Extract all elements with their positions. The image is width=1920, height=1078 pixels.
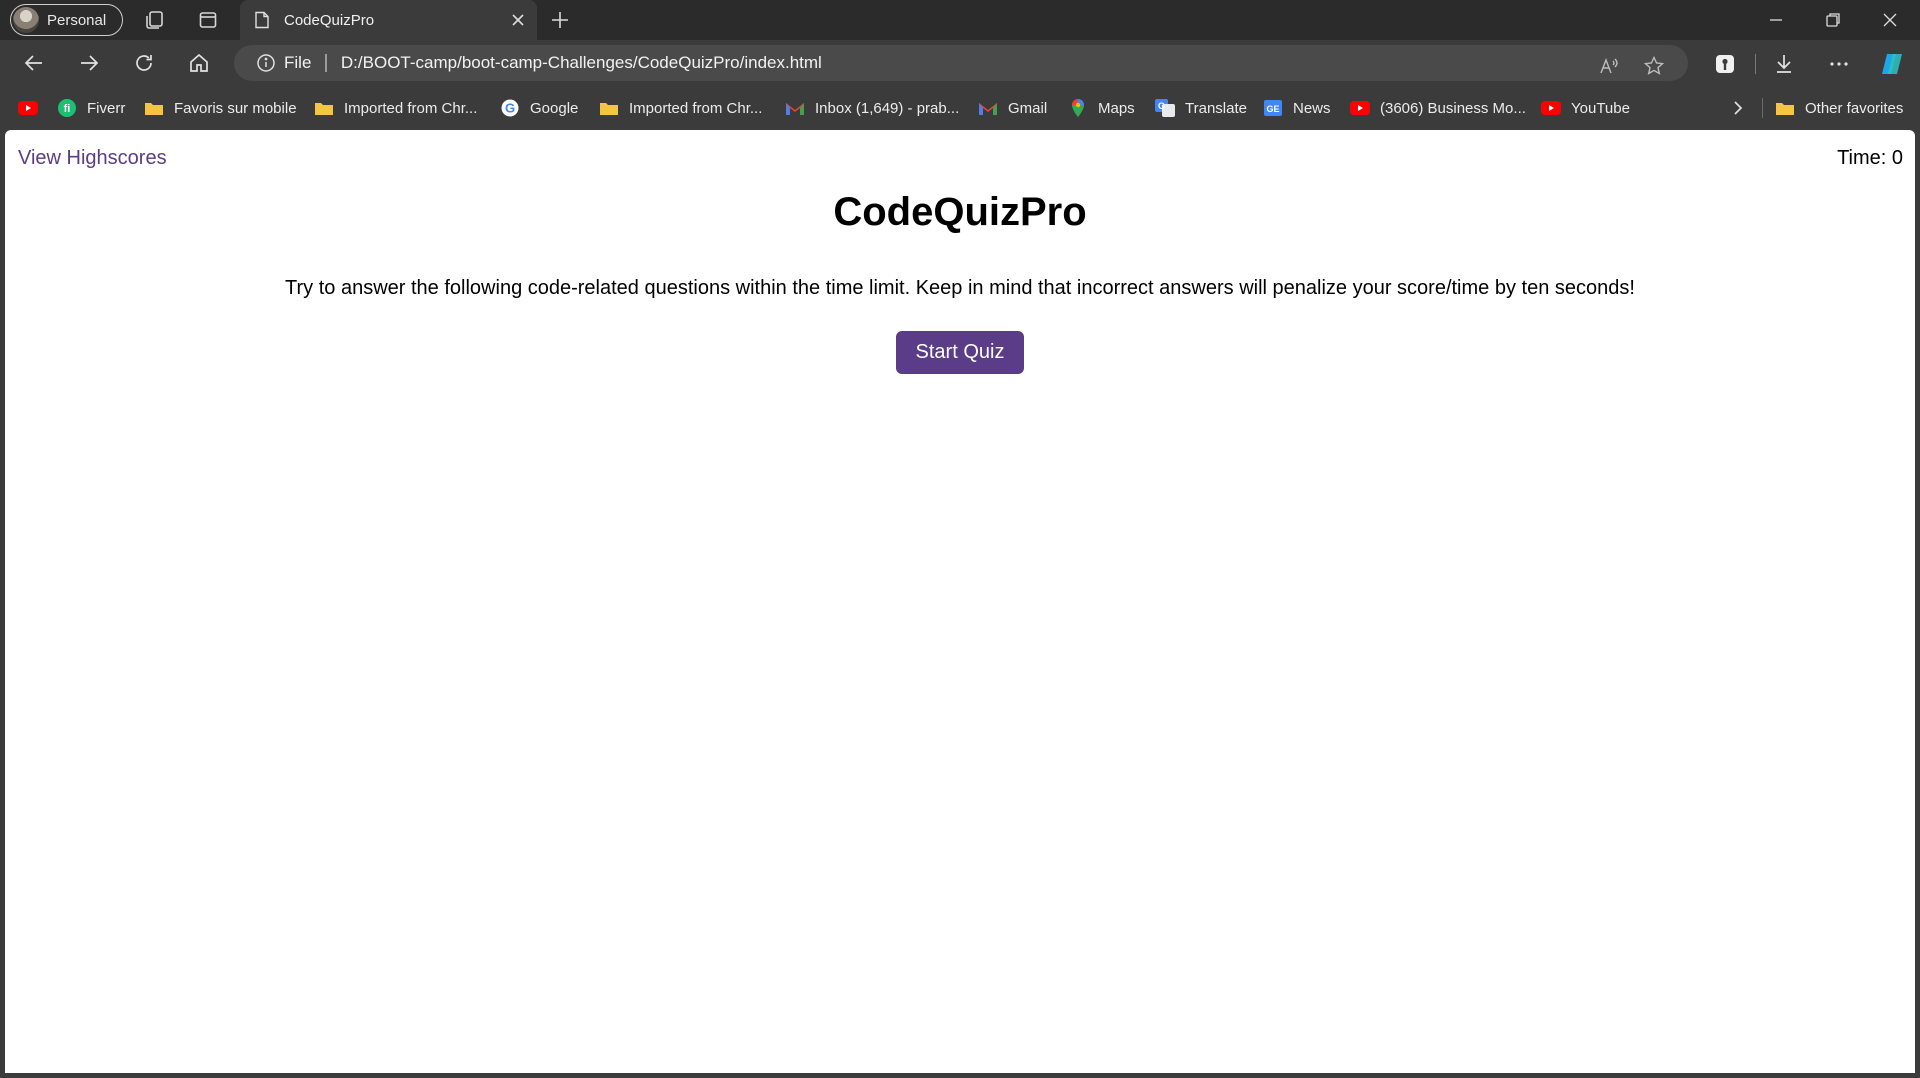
bookmark-folder-favoris[interactable]: Favoris sur mobile <box>144 98 297 118</box>
vertical-tabs-icon[interactable] <box>196 8 220 32</box>
profile-button[interactable]: Personal <box>10 4 123 36</box>
bookmark-label: Favoris sur mobile <box>174 99 297 117</box>
info-icon[interactable] <box>256 53 276 73</box>
bookmark-maps[interactable]: Maps <box>1068 98 1135 118</box>
scheme-label: File <box>284 53 312 72</box>
bookmark-label: Google <box>530 99 579 117</box>
youtube-icon <box>18 99 38 117</box>
profile-label: Personal <box>47 11 107 29</box>
minimize-icon[interactable] <box>1764 8 1788 32</box>
other-favorites-label: Other favorites <box>1805 99 1904 117</box>
quiz-description: Try to answer the following code-related… <box>285 277 1635 299</box>
bookmarks-divider <box>1762 98 1763 118</box>
favorite-star-icon[interactable] <box>1643 55 1665 77</box>
bookmark-label: Imported from Chr... <box>629 99 763 117</box>
folder-icon <box>599 99 619 117</box>
bookmark-folder-imported-1[interactable]: Imported from Chr... <box>314 98 477 118</box>
bookmark-label: Gmail <box>1008 99 1048 117</box>
translate-icon: G <box>1155 99 1175 117</box>
bookmark-folder-imported-2[interactable]: Imported from Chr... <box>599 98 762 118</box>
bookmark-label: Translate <box>1185 99 1247 117</box>
bookmark-gmail[interactable]: Gmail <box>978 98 1047 118</box>
other-favorites[interactable]: Other favorites <box>1775 98 1903 118</box>
news-icon: GE <box>1263 99 1283 117</box>
active-tab[interactable]: CodeQuizPro <box>240 0 537 40</box>
view-highscores-link[interactable]: View Highscores <box>18 147 167 170</box>
start-quiz-button[interactable]: Start Quiz <box>896 331 1024 374</box>
folder-icon <box>144 99 164 117</box>
browser-window: Personal CodeQuizPro File D:/BOOT-camp/b… <box>0 0 1920 1078</box>
fiverr-icon: fi <box>57 99 77 117</box>
restore-icon[interactable] <box>1821 8 1845 32</box>
chevron-right-icon[interactable] <box>1728 98 1748 118</box>
tab-strip: Personal CodeQuizPro <box>0 0 1920 40</box>
bookmark-label: Inbox (1,649) - prab... <box>815 99 960 117</box>
bookmark-label: YouTube <box>1571 99 1630 117</box>
bookmark-translate[interactable]: G Translate <box>1155 98 1247 118</box>
password-manager-icon[interactable] <box>1712 51 1738 77</box>
folder-icon <box>1775 99 1795 117</box>
copilot-icon[interactable] <box>1879 50 1905 76</box>
svg-text:G: G <box>505 101 515 116</box>
bookmark-label: (3606) Business Mo... <box>1380 99 1526 117</box>
gmail-icon <box>978 99 998 117</box>
maps-icon <box>1068 99 1088 117</box>
read-aloud-icon[interactable] <box>1598 55 1620 77</box>
toolbar-divider <box>1755 54 1756 74</box>
bookmark-business-youtube[interactable]: (3606) Business Mo... <box>1350 98 1526 118</box>
page-viewport: View Highscores Time: 0 CodeQuizPro Try … <box>5 130 1915 1073</box>
forward-icon[interactable] <box>77 51 101 75</box>
bookmark-label: Fiverr <box>87 99 126 117</box>
more-options-icon[interactable] <box>1826 51 1852 77</box>
address-separator <box>325 54 327 72</box>
gmail-icon <box>785 99 805 117</box>
downloads-icon[interactable] <box>1771 51 1797 77</box>
tab-title: CodeQuizPro <box>284 11 375 29</box>
navigation-bar: File D:/BOOT-camp/boot-camp-Challenges/C… <box>0 40 1920 86</box>
bookmark-google[interactable]: G Google <box>500 98 578 118</box>
close-window-icon[interactable] <box>1878 8 1902 32</box>
bookmark-label: News <box>1293 99 1331 117</box>
bookmark-label: Maps <box>1098 99 1135 117</box>
bookmarks-bar: fi Fiverr Favoris sur mobile Imported fr… <box>0 86 1920 130</box>
page-icon <box>254 11 270 29</box>
url-text[interactable]: D:/BOOT-camp/boot-camp-Challenges/CodeQu… <box>341 53 822 73</box>
youtube-icon <box>1541 99 1561 117</box>
bookmark-youtube[interactable] <box>18 98 48 118</box>
bookmark-news[interactable]: GE News <box>1263 98 1331 118</box>
new-tab-icon[interactable] <box>548 8 572 32</box>
bookmark-label: Imported from Chr... <box>344 99 478 117</box>
back-icon[interactable] <box>22 51 46 75</box>
youtube-icon <box>1350 99 1370 117</box>
google-icon: G <box>500 99 520 117</box>
page-title: CodeQuizPro <box>833 190 1087 234</box>
bookmark-youtube-2[interactable]: YouTube <box>1541 98 1630 118</box>
workspaces-icon[interactable] <box>143 8 167 32</box>
refresh-icon[interactable] <box>132 51 156 75</box>
address-bar[interactable]: File D:/BOOT-camp/boot-camp-Challenges/C… <box>234 45 1688 81</box>
bookmark-fiverr[interactable]: fi Fiverr <box>57 98 125 118</box>
folder-icon <box>314 99 334 117</box>
avatar <box>13 7 39 33</box>
svg-text:fi: fi <box>64 103 71 115</box>
svg-text:GE: GE <box>1266 104 1279 114</box>
svg-text:G: G <box>1158 101 1165 111</box>
bookmark-inbox[interactable]: Inbox (1,649) - prab... <box>785 98 959 118</box>
close-tab-icon[interactable] <box>509 11 527 29</box>
timer-display: Time: 0 <box>1837 147 1903 169</box>
home-icon[interactable] <box>187 51 211 75</box>
